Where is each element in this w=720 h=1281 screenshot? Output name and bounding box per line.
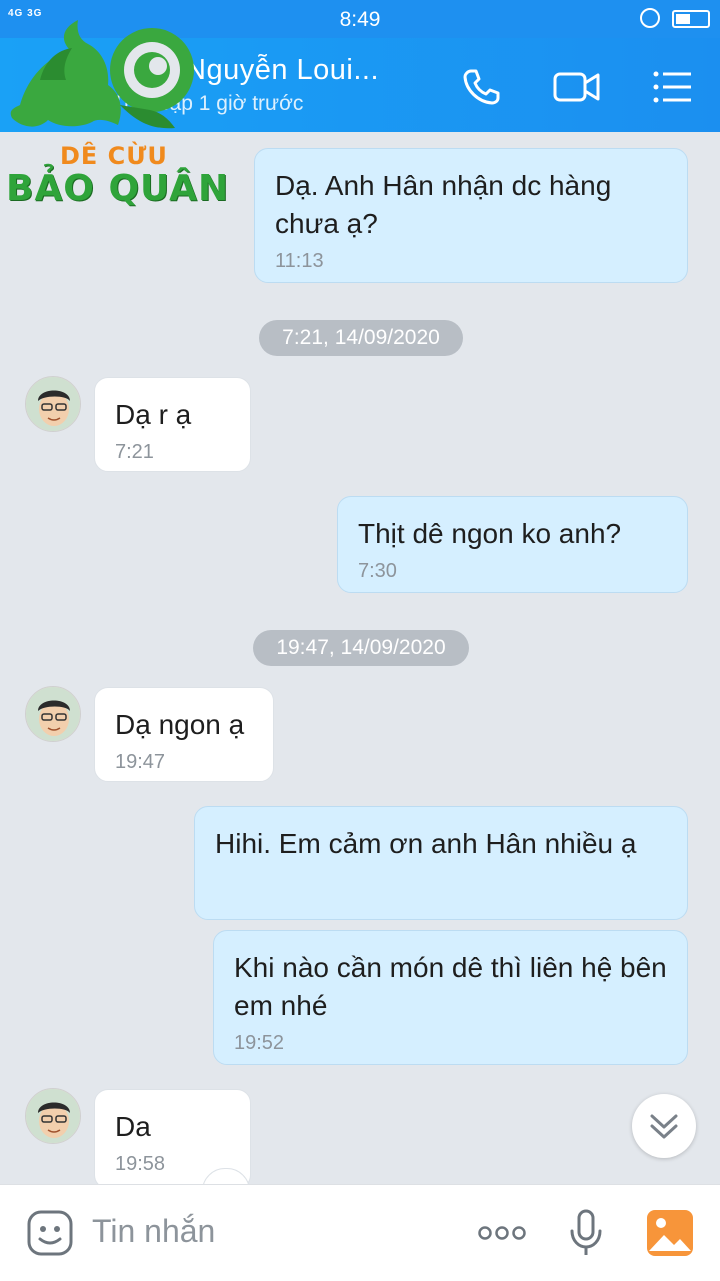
message-text: Dạ ngon ạ: [115, 709, 245, 740]
message-incoming[interactable]: Dạ ngon ạ 19:47: [94, 687, 274, 782]
video-call-button[interactable]: [552, 62, 602, 112]
message-time: 7:21: [115, 441, 154, 463]
avatar-photo-icon: [26, 377, 80, 431]
phone-icon: [463, 69, 500, 105]
contact-avatar[interactable]: [25, 686, 81, 742]
microphone-icon: [570, 1209, 602, 1255]
message-outgoing[interactable]: Hihi. Em cảm ơn anh Hân nhiều ạ: [194, 806, 688, 920]
send-image-button[interactable]: [644, 1207, 696, 1259]
message-text: Thịt dê ngon ko anh?: [358, 518, 622, 549]
message-time: 19:47: [115, 751, 166, 773]
voice-message-button[interactable]: [560, 1207, 612, 1259]
message-time: 7:30: [358, 560, 397, 582]
battery-icon: [672, 10, 710, 28]
message-outgoing[interactable]: Thịt dê ngon ko anh? 7:30: [337, 496, 688, 593]
more-dots-icon: [478, 1226, 526, 1240]
scroll-to-bottom-button[interactable]: [632, 1094, 696, 1158]
chat-options-button[interactable]: [648, 62, 698, 112]
message-time: 19:52: [234, 1032, 285, 1054]
menu-list-icon: [653, 71, 691, 103]
message-outgoing[interactable]: Dạ. Anh Hân nhận dc hàng chưa ạ? 11:13: [254, 148, 688, 283]
date-divider: 7:21, 14/09/2020: [259, 320, 463, 356]
message-text: Da: [115, 1111, 151, 1142]
contact-avatar[interactable]: [25, 376, 81, 432]
sticker-button[interactable]: [24, 1207, 76, 1259]
phone-call-button[interactable]: [456, 62, 506, 112]
message-text: Khi nào cần món dê thì liên hệ bên em nh…: [234, 952, 667, 1021]
more-options-button[interactable]: [476, 1207, 528, 1259]
message-outgoing[interactable]: Khi nào cần món dê thì liên hệ bên em nh…: [213, 930, 688, 1065]
avatar-photo-icon: [26, 687, 80, 741]
message-incoming[interactable]: Dạ r ạ 7:21: [94, 377, 251, 472]
brand-logo: DÊ CỪU BẢO QUÂN: [0, 10, 230, 220]
logo-line-1: DÊ CỪU: [60, 142, 168, 170]
message-composer: Tin nhắn: [0, 1184, 720, 1281]
date-divider: 19:47, 14/09/2020: [253, 630, 469, 666]
video-call-icon: [553, 72, 600, 102]
image-gallery-icon: [647, 1210, 693, 1256]
message-text: Dạ r ạ: [115, 399, 192, 430]
rotation-lock-icon: [640, 8, 660, 28]
message-text: Dạ. Anh Hân nhận dc hàng chưa ạ?: [275, 170, 612, 239]
goat-logo-icon: [10, 20, 194, 129]
message-text: Hihi. Em cảm ơn anh Hân nhiều ạ: [215, 828, 637, 859]
contact-avatar[interactable]: [25, 1088, 81, 1144]
message-time: 11:13: [275, 250, 324, 272]
message-input[interactable]: Tin nhắn: [92, 1213, 215, 1250]
avatar-photo-icon: [26, 1089, 80, 1143]
logo-line-2: BẢO QUÂN: [6, 168, 230, 209]
sticker-emoji-icon: [27, 1210, 73, 1256]
double-chevron-down-icon: [650, 1114, 678, 1139]
